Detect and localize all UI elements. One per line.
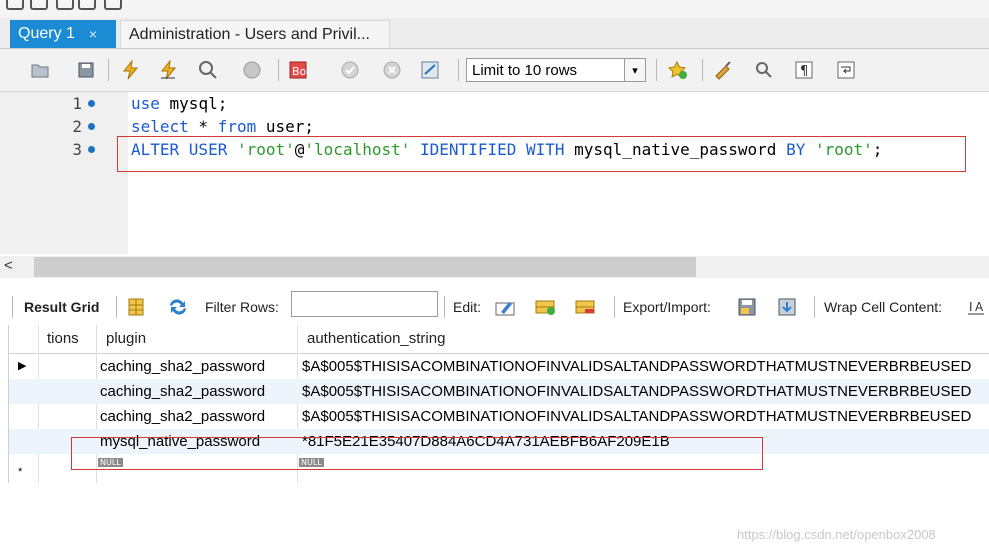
execute-icon[interactable] (118, 58, 142, 82)
chevron-down-icon[interactable]: ▾ (624, 59, 645, 81)
tab-administration-label: Administration - Users and Privil... (129, 25, 370, 43)
toolbar-separator (116, 296, 117, 318)
save-script-icon[interactable] (74, 58, 98, 82)
sql-keyword: use (131, 94, 160, 113)
svg-text:¶: ¶ (800, 64, 808, 79)
table-row[interactable]: ▶ caching_sha2_password $A$005$THISISACO… (9, 354, 989, 379)
folder-icon[interactable] (6, 0, 24, 10)
toolbar-separator (12, 296, 13, 318)
highlight-box-statement (117, 136, 966, 172)
toolbar-separator (656, 59, 657, 81)
statement-marker-icon (88, 100, 95, 107)
toggle-stop-on-error-icon[interactable]: Bo (286, 58, 310, 82)
toolbar-separator (814, 296, 815, 318)
scrollbar-thumb[interactable] (34, 257, 696, 277)
cell-plugin[interactable]: caching_sha2_password (100, 354, 265, 379)
line-number: 2 (72, 117, 82, 136)
add-row-icon[interactable] (534, 295, 558, 319)
highlight-box-native-password-row (71, 437, 763, 470)
export-icon[interactable] (736, 295, 760, 319)
statement-marker-icon (88, 146, 95, 153)
svg-text:A: A (975, 300, 984, 314)
column-header-options[interactable]: tions (47, 325, 79, 353)
cell-authentication-string[interactable]: $A$005$THISISACOMBINATIONOFINVALIDSALTAN… (302, 404, 971, 429)
result-grid-tab[interactable]: Result Grid (24, 299, 99, 315)
stop-icon[interactable] (240, 58, 264, 82)
column-header-authentication-string[interactable]: authentication_string (307, 325, 445, 353)
column-header-plugin[interactable]: plugin (106, 325, 146, 353)
line-number: 1 (72, 94, 82, 113)
explain-icon[interactable] (196, 58, 220, 82)
svg-text:Bo: Bo (292, 65, 307, 78)
cell-authentication-string[interactable]: $A$005$THISISACOMBINATIONOFINVALIDSALTAN… (302, 379, 971, 404)
grid-header: tions plugin authentication_string (9, 325, 989, 354)
editor-line[interactable]: 2 select * from user; (0, 115, 989, 138)
filter-rows-label: Filter Rows: (205, 299, 279, 315)
tab-query-1-label: Query 1 (18, 25, 75, 42)
sql-text: user; (256, 117, 315, 136)
table-row[interactable]: caching_sha2_password $A$005$THISISACOMB… (9, 379, 989, 404)
toolbar-separator (108, 59, 109, 81)
wrap-cell-icon[interactable]: IA (966, 295, 986, 319)
tab-bar: Query 1 × Administration - Users and Pri… (0, 18, 989, 49)
cell-plugin[interactable]: caching_sha2_password (100, 379, 265, 404)
code-text: select * from user; (131, 115, 314, 138)
sql-keyword: select (131, 117, 189, 136)
toolbar-separator (278, 59, 279, 81)
new-row-indicator: * (18, 466, 23, 478)
script-icon[interactable] (78, 0, 96, 10)
sql-text: * (188, 117, 218, 136)
filter-rows-input[interactable] (291, 291, 438, 317)
delete-row-icon[interactable] (574, 295, 598, 319)
svg-text:I: I (969, 300, 973, 314)
open-sql-file-icon[interactable] (28, 58, 52, 82)
refresh-icon[interactable] (166, 295, 190, 319)
edit-row-icon[interactable] (494, 295, 518, 319)
beautify-icon[interactable] (712, 58, 736, 82)
cell-authentication-string[interactable]: $A$005$THISISACOMBINATIONOFINVALIDSALTAN… (302, 354, 971, 379)
toolbar-separator (458, 59, 459, 81)
invisible-chars-icon[interactable]: ¶ (792, 58, 816, 82)
export-import-label: Export/Import: (623, 299, 711, 315)
tab-query-1[interactable]: Query 1 × (10, 20, 116, 48)
limit-rows-select[interactable]: Limit to 10 rows ▾ (466, 58, 646, 82)
statement-marker-icon (88, 123, 95, 130)
sql-text: mysql; (159, 94, 228, 113)
watermark: https://blog.csdn.net/openbox2008 (737, 527, 936, 542)
find-icon[interactable] (752, 58, 776, 82)
query-toolbar: Bo Limit to 10 rows ▾ ¶ (0, 49, 989, 92)
scroll-left-icon[interactable]: < (4, 257, 13, 274)
current-row-indicator-icon: ▶ (18, 360, 27, 372)
execute-current-statement-icon[interactable] (156, 58, 180, 82)
edit-label: Edit: (453, 299, 482, 315)
toolbar-separator (444, 296, 445, 318)
commit-icon[interactable] (338, 58, 362, 82)
line-number: 3 (72, 140, 82, 159)
tab-administration[interactable]: Administration - Users and Privil... (120, 20, 390, 48)
window-top-strip (0, 0, 989, 18)
table-row[interactable]: caching_sha2_password $A$005$THISISACOMB… (9, 404, 989, 429)
open-file-icon[interactable] (56, 0, 74, 10)
word-wrap-icon[interactable] (834, 58, 858, 82)
results-toolbar: Result Grid Filter Rows: Edit: Export/Im… (0, 290, 989, 324)
autocommit-icon[interactable] (418, 58, 442, 82)
toolbar-separator (614, 296, 615, 318)
wrap-cell-content-label: Wrap Cell Content: (824, 299, 943, 315)
limit-rows-value: Limit to 10 rows (472, 61, 578, 79)
close-tab-icon[interactable]: × (89, 26, 97, 42)
toolbar-separator (702, 59, 703, 81)
grid-layout-icon[interactable] (124, 295, 148, 319)
save-icon[interactable] (30, 0, 48, 10)
sql-keyword: from (217, 117, 257, 136)
code-text: use mysql; (131, 92, 227, 115)
sql-editor[interactable]: 1 use mysql; 2 select * from user; 3 ALT… (0, 92, 989, 254)
import-icon[interactable] (776, 295, 800, 319)
editor-line[interactable]: 1 use mysql; (0, 92, 989, 115)
add-snippet-icon[interactable] (666, 58, 690, 82)
editor-horizontal-scrollbar[interactable]: < (0, 256, 989, 278)
cell-plugin[interactable]: caching_sha2_password (100, 404, 265, 429)
rollback-icon[interactable] (380, 58, 404, 82)
reconnect-icon[interactable] (104, 0, 122, 10)
